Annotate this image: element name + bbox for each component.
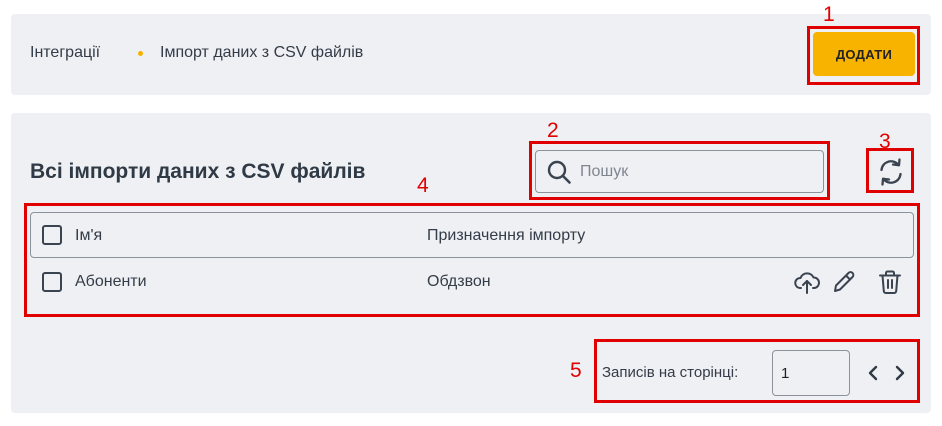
page-title: Всі імпорти даних з CSV файлів bbox=[30, 160, 366, 183]
annotation-number-1: 1 bbox=[823, 3, 835, 26]
annotation-box-2 bbox=[529, 141, 830, 200]
annotation-box-5 bbox=[594, 339, 920, 403]
annotation-number-3: 3 bbox=[879, 130, 891, 153]
annotation-box-4 bbox=[24, 203, 920, 317]
annotation-box-3 bbox=[866, 148, 914, 193]
annotation-number-4: 4 bbox=[417, 174, 429, 197]
annotation-number-2: 2 bbox=[547, 119, 559, 142]
breadcrumb-separator bbox=[138, 51, 143, 56]
breadcrumb-parent[interactable]: Інтеграції bbox=[30, 44, 100, 62]
annotation-number-5: 5 bbox=[570, 359, 582, 382]
breadcrumb-current: Імпорт даних з CSV файлів bbox=[160, 44, 364, 61]
header-card bbox=[11, 14, 931, 95]
annotation-box-1 bbox=[807, 26, 920, 85]
